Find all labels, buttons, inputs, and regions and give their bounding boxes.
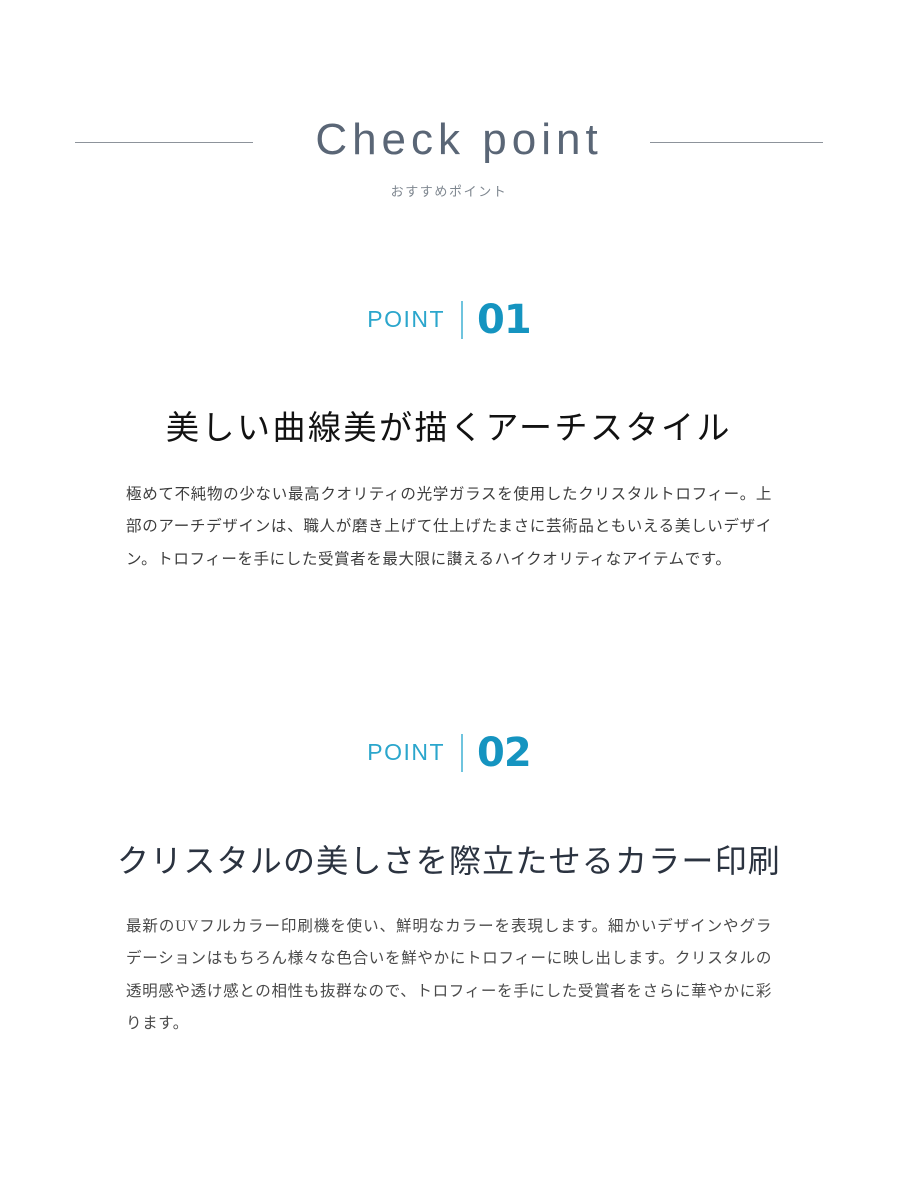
page-title: Check point (315, 115, 603, 164)
point-block-01: POINT 01 美しい曲線美が描くアーチスタイル 極めて不純物の少ない最高クオ… (0, 300, 898, 577)
check-point-section: Check point おすすめポイント POINT 01 美しい曲線美が描くア… (0, 0, 898, 1200)
point-label: POINT (367, 305, 446, 332)
point-number: 01 (477, 297, 532, 343)
point-heading-01: 美しい曲線美が描くアーチスタイル (165, 411, 733, 447)
point-block-02: POINT 02 クリスタルの美しさを際立たせるカラー印刷 最新のUVフルカラー… (0, 733, 898, 1041)
page-subtitle: おすすめポイント (390, 184, 508, 199)
point-label: POINT (367, 738, 446, 765)
header-rule-left (75, 141, 254, 143)
header-rule-right (649, 141, 823, 143)
point-badge-01: POINT 01 (0, 300, 898, 340)
point-number: 02 (477, 730, 532, 776)
point-divider (461, 734, 464, 772)
point-divider (461, 301, 464, 339)
point-body-02: 最新のUVフルカラー印刷機を使い、鮮明なカラーを表現します。細かいデザインやグラ… (126, 917, 772, 1033)
section-header: Check point おすすめポイント (0, 118, 898, 200)
header-rule-row: Check point (0, 118, 898, 166)
point-badge-02: POINT 02 (0, 733, 898, 773)
point-heading-02: クリスタルの美しさを際立たせるカラー印刷 (116, 843, 781, 879)
point-body-01: 極めて不純物の少ない最高クオリティの光学ガラスを使用したクリスタルトロフィー。上… (126, 485, 772, 568)
